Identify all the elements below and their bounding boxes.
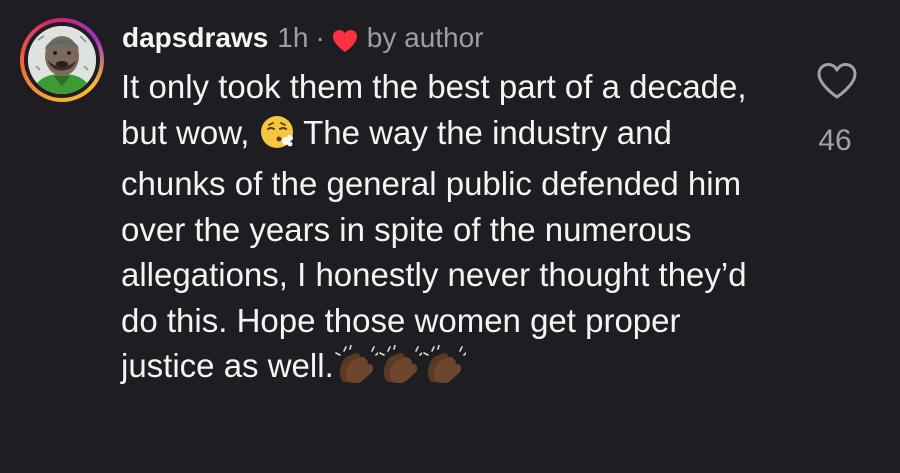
avatar[interactable] xyxy=(28,26,96,94)
heart-filled-icon xyxy=(332,26,358,52)
story-ring[interactable] xyxy=(20,18,104,102)
clapping-hands-emoji xyxy=(422,344,467,395)
face-exhaling-emoji xyxy=(259,114,295,162)
comment: dapsdraws 1h · by author It only took th… xyxy=(0,0,900,473)
separator-dot: · xyxy=(315,22,325,53)
comment-text-part2: The way the industry and chunks of the g… xyxy=(121,113,747,385)
heart-outline-icon xyxy=(817,63,857,99)
username-link[interactable]: dapsdraws xyxy=(122,20,268,56)
liked-by-author-label: by author xyxy=(366,22,484,53)
like-count: 46 xyxy=(818,124,852,157)
comment-time: 1h xyxy=(277,22,309,53)
comment-body: It only took them the best part of a dec… xyxy=(121,64,771,395)
clapping-hands-emoji xyxy=(334,344,379,395)
like-button[interactable] xyxy=(816,62,858,100)
avatar-image xyxy=(28,26,96,94)
clapping-hands-emoji xyxy=(378,344,423,395)
comment-header: dapsdraws 1h · by author xyxy=(122,20,484,56)
